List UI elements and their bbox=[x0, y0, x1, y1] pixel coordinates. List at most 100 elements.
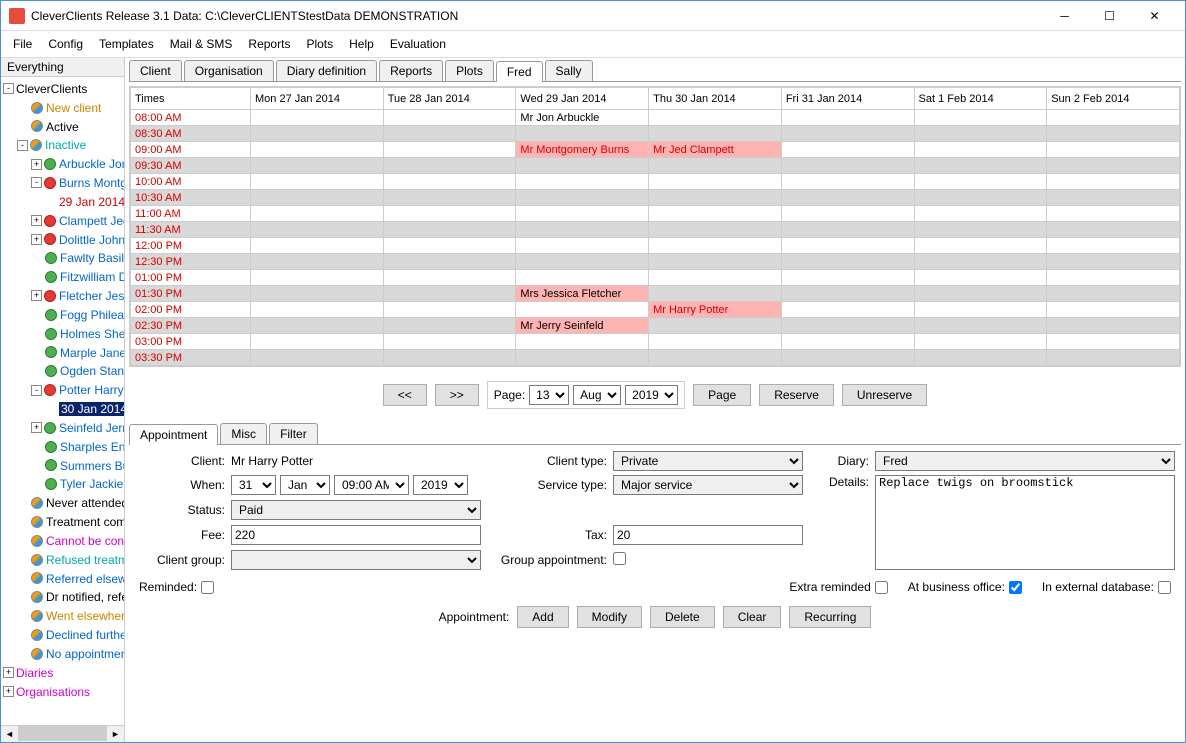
diary-cell[interactable] bbox=[781, 206, 914, 222]
diary-cell[interactable] bbox=[383, 350, 516, 366]
menu-templates[interactable]: Templates bbox=[91, 33, 162, 55]
diary-cell[interactable] bbox=[516, 238, 649, 254]
diary-header[interactable]: Fri 31 Jan 2014 bbox=[781, 88, 914, 110]
external-checkbox[interactable] bbox=[1158, 581, 1171, 594]
diary-cell[interactable] bbox=[914, 222, 1047, 238]
tree-item[interactable]: Went elsewhere bbox=[46, 609, 124, 623]
office-checkbox[interactable] bbox=[1009, 581, 1022, 594]
diary-cell[interactable] bbox=[649, 350, 782, 366]
diary-cell[interactable] bbox=[516, 350, 649, 366]
diary-cell[interactable] bbox=[383, 158, 516, 174]
diary-header[interactable]: Sat 1 Feb 2014 bbox=[914, 88, 1047, 110]
diary-header[interactable]: Times bbox=[131, 88, 251, 110]
diary-cell[interactable] bbox=[914, 174, 1047, 190]
tree-toggle[interactable]: + bbox=[3, 667, 14, 678]
diary-cell[interactable] bbox=[251, 174, 384, 190]
diary-cell[interactable] bbox=[781, 110, 914, 126]
diary-cell[interactable] bbox=[251, 190, 384, 206]
diary-cell[interactable] bbox=[251, 270, 384, 286]
diary-cell[interactable] bbox=[914, 238, 1047, 254]
tree[interactable]: -CleverClientsNew clientActive-Inactive+… bbox=[1, 77, 124, 725]
scroll-right-icon[interactable]: ► bbox=[107, 726, 124, 742]
fee-input[interactable] bbox=[231, 525, 481, 545]
extra-reminded-checkbox[interactable] bbox=[875, 581, 888, 594]
menu-evaluation[interactable]: Evaluation bbox=[382, 33, 454, 55]
diary-cell[interactable] bbox=[781, 158, 914, 174]
tree-item[interactable]: Fletcher Jessica bbox=[59, 289, 124, 303]
tree-toggle[interactable]: - bbox=[17, 140, 28, 151]
tree-item[interactable]: Referred elsewhere bbox=[46, 571, 124, 585]
tree-item[interactable]: Marple Jane bbox=[60, 345, 124, 359]
diary-cell[interactable] bbox=[1047, 126, 1180, 142]
diary-cell[interactable] bbox=[1047, 270, 1180, 286]
diary-cell[interactable]: Mr Jed Clampett bbox=[649, 142, 782, 158]
diary-cell[interactable] bbox=[516, 302, 649, 318]
client-group-select[interactable] bbox=[231, 550, 481, 570]
diary-cell[interactable] bbox=[781, 286, 914, 302]
diary-cell[interactable] bbox=[781, 174, 914, 190]
tree-item[interactable]: Declined further treatment bbox=[46, 628, 124, 642]
tree-item[interactable]: Diaries bbox=[16, 666, 53, 680]
diary-cell[interactable] bbox=[649, 206, 782, 222]
diary-cell[interactable] bbox=[516, 206, 649, 222]
close-button[interactable]: ✕ bbox=[1132, 2, 1177, 30]
diary-cell[interactable] bbox=[383, 270, 516, 286]
scroll-left-icon[interactable]: ◄ bbox=[1, 726, 18, 742]
diary-cell[interactable] bbox=[383, 254, 516, 270]
diary-cell[interactable] bbox=[383, 302, 516, 318]
diary-cell[interactable] bbox=[251, 206, 384, 222]
diary-cell[interactable] bbox=[383, 126, 516, 142]
tree-item[interactable]: Burns Montgomery bbox=[59, 176, 124, 190]
diary-cell[interactable] bbox=[781, 270, 914, 286]
diary-header[interactable]: Sun 2 Feb 2014 bbox=[1047, 88, 1180, 110]
tree-item[interactable]: Fitzwilliam Darcy bbox=[60, 270, 124, 284]
diary-cell[interactable] bbox=[251, 110, 384, 126]
tab-client[interactable]: Client bbox=[129, 60, 182, 81]
tree-item[interactable]: Active bbox=[46, 119, 79, 133]
tab-fred[interactable]: Fred bbox=[496, 61, 543, 82]
bottom-tab-misc[interactable]: Misc bbox=[220, 423, 267, 444]
next-button[interactable]: >> bbox=[435, 384, 479, 406]
diary-cell[interactable] bbox=[383, 318, 516, 334]
diary-cell[interactable] bbox=[914, 350, 1047, 366]
tree-toggle[interactable]: + bbox=[31, 159, 42, 170]
diary-cell[interactable] bbox=[383, 110, 516, 126]
diary-cell[interactable] bbox=[1047, 110, 1180, 126]
tree-item[interactable]: Inactive bbox=[45, 138, 86, 152]
group-appt-checkbox[interactable] bbox=[613, 552, 626, 565]
diary-cell[interactable] bbox=[914, 334, 1047, 350]
diary-cell[interactable] bbox=[1047, 190, 1180, 206]
page-num-select[interactable]: 13 bbox=[529, 385, 569, 405]
diary-cell[interactable] bbox=[516, 254, 649, 270]
bottom-tab-appointment[interactable]: Appointment bbox=[129, 424, 218, 445]
diary-cell[interactable] bbox=[649, 158, 782, 174]
menu-config[interactable]: Config bbox=[40, 33, 91, 55]
tree-item[interactable]: Summers Buffy bbox=[60, 458, 124, 472]
modify-button[interactable]: Modify bbox=[577, 606, 642, 628]
diary-cell[interactable] bbox=[781, 190, 914, 206]
diary-cell[interactable] bbox=[1047, 350, 1180, 366]
diary-cell[interactable] bbox=[781, 318, 914, 334]
diary-header[interactable]: Mon 27 Jan 2014 bbox=[251, 88, 384, 110]
diary-cell[interactable] bbox=[781, 302, 914, 318]
diary-cell[interactable] bbox=[251, 158, 384, 174]
diary-cell[interactable] bbox=[1047, 318, 1180, 334]
diary-cell[interactable] bbox=[1047, 158, 1180, 174]
diary-cell[interactable] bbox=[649, 238, 782, 254]
tree-item[interactable]: Organisations bbox=[16, 684, 90, 698]
diary-cell[interactable] bbox=[383, 222, 516, 238]
diary-cell[interactable] bbox=[649, 254, 782, 270]
service-type-select[interactable]: Major service bbox=[613, 475, 803, 495]
tree-toggle[interactable]: - bbox=[31, 177, 42, 188]
tree-item[interactable]: Dr notified, referral closed bbox=[46, 590, 124, 604]
tree-item[interactable]: Treatment complete bbox=[46, 515, 124, 529]
recurring-button[interactable]: Recurring bbox=[789, 606, 871, 628]
tree-item[interactable]: Fawlty Basil bbox=[60, 251, 124, 265]
diary-cell[interactable] bbox=[1047, 238, 1180, 254]
diary-cell[interactable] bbox=[781, 222, 914, 238]
diary-cell[interactable] bbox=[516, 158, 649, 174]
diary-cell[interactable] bbox=[251, 254, 384, 270]
tree-toggle[interactable]: + bbox=[31, 290, 42, 301]
diary-cell[interactable] bbox=[251, 286, 384, 302]
diary-cell[interactable] bbox=[1047, 206, 1180, 222]
